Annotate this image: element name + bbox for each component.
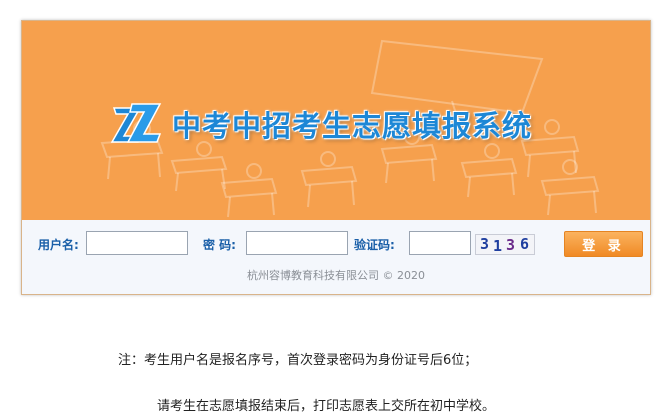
notice-line-1: 注：考生用户名是报名序号，首次登录密码为身份证号后6位； xyxy=(118,353,478,368)
notice-line-2: 请考生在志愿填报结束后，打印志愿表上交所在初中学校。 xyxy=(157,399,496,414)
captcha-label: 验证码: xyxy=(354,238,395,252)
captcha-char: 6 xyxy=(520,235,530,253)
brand: 中考中招考生志愿填报系统 xyxy=(110,99,532,149)
password-input[interactable] xyxy=(246,231,348,255)
captcha-image[interactable]: 3 1 3 6 xyxy=(475,234,535,255)
banner: 中考中招考生志愿填报系统 xyxy=(22,21,650,220)
zz-logo-icon xyxy=(110,103,162,143)
captcha-char: 3 xyxy=(506,236,516,254)
copyright-text: 杭州容博教育科技有限公司 © 2020 xyxy=(247,269,425,282)
login-panel: 中考中招考生志愿填报系统 用户名: 密 码: 验证码: 3 1 3 6 登 录 … xyxy=(21,20,651,295)
password-label: 密 码: xyxy=(203,238,236,252)
captcha-input[interactable] xyxy=(409,231,471,255)
username-label: 用户名: xyxy=(38,238,79,252)
login-form: 用户名: 密 码: 验证码: 3 1 3 6 登 录 杭州容博教育科技有限公司 … xyxy=(22,220,650,294)
login-button[interactable]: 登 录 xyxy=(564,231,643,257)
username-input[interactable] xyxy=(86,231,188,255)
system-title: 中考中招考生志愿填报系统 xyxy=(172,109,533,143)
captcha-char: 1 xyxy=(493,237,503,255)
captcha-char: 3 xyxy=(480,235,490,253)
